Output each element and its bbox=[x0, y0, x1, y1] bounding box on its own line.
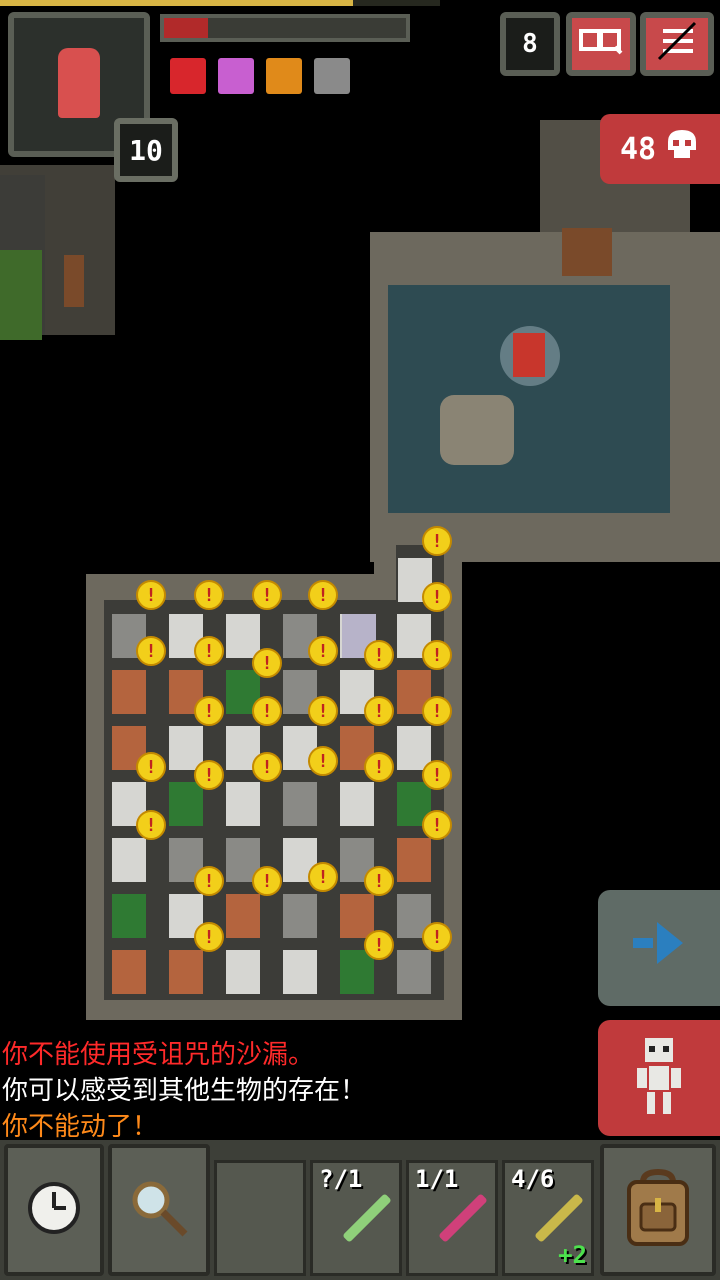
alert-icon: ! bbox=[422, 760, 452, 790]
alert-icon: ! bbox=[422, 640, 452, 670]
alert-icon: ! bbox=[194, 760, 224, 790]
quickslot-empty[interactable] bbox=[214, 1160, 306, 1276]
alert-icon: ! bbox=[136, 636, 166, 666]
shaman-enemy[interactable] bbox=[112, 894, 146, 938]
clock-icon bbox=[26, 1180, 82, 1240]
quickslot[interactable]: 4/6 +2 bbox=[502, 1160, 594, 1276]
hp-bar bbox=[164, 18, 208, 38]
gnoll-enemy[interactable] bbox=[226, 894, 260, 938]
alert-icon: ! bbox=[136, 810, 166, 840]
alert-icon: ! bbox=[194, 922, 224, 952]
log-line: 你可以感受到其他生物的存在！ bbox=[2, 1076, 367, 1106]
door[interactable] bbox=[64, 255, 84, 307]
skeleton-enemy[interactable] bbox=[226, 950, 260, 994]
shopkeeper-body bbox=[513, 333, 545, 377]
blank-icon[interactable] bbox=[314, 58, 350, 94]
wand-icon bbox=[438, 1193, 488, 1243]
skeleton-enemy[interactable] bbox=[340, 782, 374, 826]
door[interactable] bbox=[562, 228, 612, 276]
depth-indicator[interactable]: 8 bbox=[500, 12, 560, 76]
alert-icon: ! bbox=[252, 752, 282, 782]
backpack-button[interactable] bbox=[600, 1144, 716, 1276]
alert-icon: ! bbox=[422, 582, 452, 612]
gnoll-enemy[interactable] bbox=[397, 838, 431, 882]
alert-icon: ! bbox=[252, 580, 282, 610]
quickslot-charges: 4/6 bbox=[511, 1165, 555, 1193]
danger-count: 48 bbox=[619, 131, 657, 167]
menu-button[interactable] bbox=[640, 12, 714, 76]
skeleton-enemy[interactable] bbox=[226, 614, 260, 658]
journal-button[interactable] bbox=[566, 12, 636, 76]
wand-icon bbox=[342, 1193, 392, 1243]
alert-icon: ! bbox=[364, 752, 394, 782]
water-pool bbox=[388, 285, 670, 513]
alert-icon: ! bbox=[252, 696, 282, 726]
skeleton-enemy[interactable] bbox=[112, 838, 146, 882]
hero-portrait bbox=[58, 48, 100, 118]
skeleton-enemy[interactable] bbox=[283, 950, 317, 994]
alert-icon: ! bbox=[194, 636, 224, 666]
skeleton-target-icon bbox=[631, 1036, 687, 1120]
alert-icon: ! bbox=[308, 746, 338, 776]
quickslot-bonus: +2 bbox=[558, 1241, 587, 1269]
alert-icon: ! bbox=[194, 580, 224, 610]
alert-icon: ! bbox=[136, 752, 166, 782]
gnoll-enemy[interactable] bbox=[340, 894, 374, 938]
skeleton-enemy[interactable] bbox=[226, 782, 260, 826]
quickslot-charges: 1/1 bbox=[415, 1165, 459, 1193]
cross-icon[interactable] bbox=[170, 58, 206, 94]
quickslot[interactable]: 1/1 bbox=[406, 1160, 498, 1276]
alert-icon: ! bbox=[364, 930, 394, 960]
hero-level: 10 bbox=[114, 118, 178, 182]
eye-icon[interactable] bbox=[218, 58, 254, 94]
magnifier-icon bbox=[127, 1176, 191, 1244]
alert-icon: ! bbox=[308, 696, 338, 726]
alert-icon: ! bbox=[308, 636, 338, 666]
resume-arrow-icon bbox=[629, 918, 689, 979]
resume-button[interactable] bbox=[598, 890, 720, 1006]
ghoul-enemy[interactable] bbox=[283, 782, 317, 826]
stairs[interactable] bbox=[440, 395, 514, 465]
skull-icon bbox=[664, 128, 700, 170]
danger-indicator[interactable]: 48 bbox=[600, 114, 720, 184]
alert-icon: ! bbox=[308, 580, 338, 610]
wait-button[interactable] bbox=[4, 1144, 104, 1276]
shaman-enemy[interactable] bbox=[169, 782, 203, 826]
paralysis-icon[interactable] bbox=[266, 58, 302, 94]
quickslot[interactable]: ?/1 bbox=[310, 1160, 402, 1276]
log-line: 你不能使用受诅咒的沙漏。 bbox=[2, 1040, 315, 1070]
quickslot-charges: ?/1 bbox=[319, 1165, 363, 1193]
alert-icon: ! bbox=[422, 696, 452, 726]
menu-icon bbox=[655, 21, 699, 68]
alert-icon: ! bbox=[308, 862, 338, 892]
alert-icon: ! bbox=[422, 526, 452, 556]
alert-icon: ! bbox=[364, 866, 394, 896]
attack-button[interactable] bbox=[598, 1020, 720, 1136]
alert-icon: ! bbox=[252, 648, 282, 678]
alert-icon: ! bbox=[194, 696, 224, 726]
gnoll-enemy[interactable] bbox=[112, 950, 146, 994]
wand-icon bbox=[534, 1193, 584, 1243]
alert-icon: ! bbox=[136, 580, 166, 610]
ghoul-enemy[interactable] bbox=[397, 950, 431, 994]
alert-icon: ! bbox=[252, 866, 282, 896]
search-button[interactable] bbox=[108, 1144, 210, 1276]
grass-tile bbox=[0, 250, 42, 340]
ghoul-enemy[interactable] bbox=[283, 894, 317, 938]
gnoll-enemy[interactable] bbox=[112, 670, 146, 714]
alert-icon: ! bbox=[194, 866, 224, 896]
gnoll-enemy[interactable] bbox=[169, 950, 203, 994]
log-line: 你不能动了！ bbox=[2, 1112, 159, 1142]
journal-icon bbox=[579, 27, 623, 62]
alert-icon: ! bbox=[422, 810, 452, 840]
backpack-icon bbox=[623, 1168, 693, 1252]
alert-icon: ! bbox=[364, 696, 394, 726]
alert-icon: ! bbox=[422, 922, 452, 952]
alert-icon: ! bbox=[364, 640, 394, 670]
